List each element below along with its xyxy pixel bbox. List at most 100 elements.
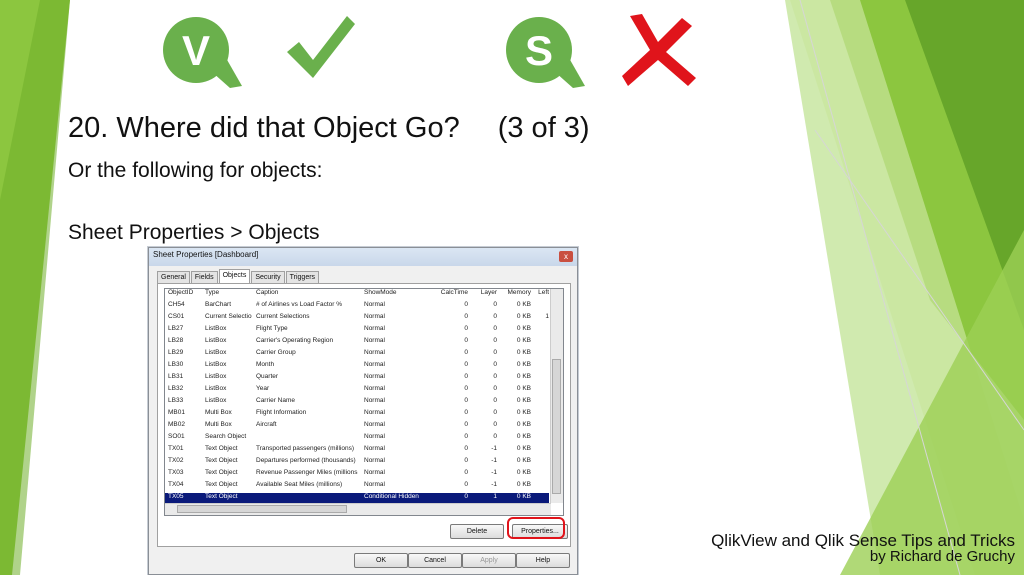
cell-type: Text Object bbox=[205, 481, 238, 488]
horizontal-scroll-thumb[interactable] bbox=[177, 505, 347, 513]
objects-list[interactable]: ObjectID Type Caption ShowMode CalcTime … bbox=[164, 288, 564, 516]
cell-calctime: 0 bbox=[464, 337, 468, 344]
table-row[interactable]: LB29 ListBox Carrier Group Normal 0 0 0 KB bbox=[165, 349, 549, 361]
column-header-caption[interactable]: Caption bbox=[256, 289, 362, 296]
footer-author: by Richard de Gruchy bbox=[869, 548, 1015, 565]
cell-caption: Current Selections bbox=[256, 313, 310, 320]
cell-memory: 0 KB bbox=[516, 373, 531, 380]
cell-memory: 0 KB bbox=[516, 457, 531, 464]
apply-button[interactable]: Apply bbox=[462, 553, 516, 568]
tab-objects[interactable]: Objects bbox=[218, 269, 251, 284]
table-row[interactable]: LB32 ListBox Year Normal 0 0 0 KB bbox=[165, 385, 549, 397]
table-row[interactable]: LB33 ListBox Carrier Name Normal 0 0 0 KB bbox=[165, 397, 549, 409]
cell-calctime: 0 bbox=[464, 445, 468, 452]
cell-caption: Available Seat Miles (millions) bbox=[256, 481, 343, 488]
table-row[interactable]: LB27 ListBox Flight Type Normal 0 0 0 KB bbox=[165, 325, 549, 337]
cell-showmode: Normal bbox=[364, 301, 385, 308]
vertical-scroll-thumb[interactable] bbox=[552, 359, 561, 494]
cell-memory: 0 KB bbox=[516, 325, 531, 332]
cell-layer: -1 bbox=[491, 445, 497, 452]
column-header-layer[interactable]: Layer bbox=[470, 289, 497, 296]
cell-layer: 0 bbox=[493, 301, 497, 308]
column-header-objectid[interactable]: ObjectID bbox=[168, 289, 204, 296]
svg-text:S: S bbox=[525, 27, 553, 74]
cell-calctime: 0 bbox=[464, 457, 468, 464]
cell-showmode: Normal bbox=[364, 469, 385, 476]
table-row[interactable]: MB02 Multi Box Aircraft Normal 0 0 0 KB bbox=[165, 421, 549, 433]
cell-memory: 0 KB bbox=[516, 445, 531, 452]
cell-calctime: 0 bbox=[464, 421, 468, 428]
table-row[interactable]: TX01 Text Object Transported passengers (m… bbox=[165, 445, 549, 457]
table-row[interactable]: CH54 BarChart # of Airlines vs Load Factor… bbox=[165, 301, 549, 313]
cell-showmode: Normal bbox=[364, 397, 385, 404]
close-icon[interactable]: x bbox=[559, 251, 573, 262]
vertical-scrollbar[interactable] bbox=[550, 289, 563, 503]
cell-calctime: 0 bbox=[464, 481, 468, 488]
cell-objectid: TX02 bbox=[168, 457, 184, 464]
cell-objectid: CS01 bbox=[168, 313, 185, 320]
cell-memory: 0 KB bbox=[516, 361, 531, 368]
cell-type: Text Object bbox=[205, 493, 238, 500]
cell-memory: 0 KB bbox=[516, 421, 531, 428]
cell-layer: 0 bbox=[493, 361, 497, 368]
cell-memory: 0 KB bbox=[516, 493, 531, 500]
slide-title-text: 20. Where did that Object Go? bbox=[68, 112, 460, 144]
cell-memory: 0 KB bbox=[516, 337, 531, 344]
slide-title-count: (3 of 3) bbox=[497, 112, 590, 144]
help-button[interactable]: Help bbox=[516, 553, 570, 568]
cell-showmode: Normal bbox=[364, 313, 385, 320]
cell-objectid: MB02 bbox=[168, 421, 185, 428]
column-header-memory[interactable]: Memory bbox=[499, 289, 531, 296]
dialog-title-bar: Sheet Properties [Dashboard] x bbox=[149, 248, 577, 266]
cell-memory: 0 KB bbox=[516, 313, 531, 320]
cell-calctime: 0 bbox=[464, 373, 468, 380]
cell-objectid: MB01 bbox=[168, 409, 185, 416]
cell-showmode: Normal bbox=[364, 421, 385, 428]
cell-showmode: Normal bbox=[364, 457, 385, 464]
cell-caption: # of Airlines vs Load Factor % bbox=[256, 301, 342, 308]
column-header-showmode[interactable]: ShowMode bbox=[364, 289, 426, 296]
table-row[interactable]: TX04 Text Object Available Seat Miles (mil… bbox=[165, 481, 549, 493]
horizontal-scrollbar[interactable] bbox=[165, 503, 551, 515]
cell-caption: Flight Information bbox=[256, 409, 307, 416]
cell-type: ListBox bbox=[205, 325, 227, 332]
table-row[interactable]: TX02 Text Object Departures performed (tho… bbox=[165, 457, 549, 469]
column-header-type[interactable]: Type bbox=[205, 289, 254, 296]
cell-type: ListBox bbox=[205, 337, 227, 344]
cell-objectid: LB33 bbox=[168, 397, 184, 404]
ok-button[interactable]: OK bbox=[354, 553, 408, 568]
cell-layer: 0 bbox=[493, 385, 497, 392]
cell-calctime: 0 bbox=[464, 361, 468, 368]
cell-type: ListBox bbox=[205, 349, 227, 356]
table-row[interactable]: LB28 ListBox Carrier's Operating Region Nor… bbox=[165, 337, 549, 349]
cell-showmode: Normal bbox=[364, 361, 385, 368]
cancel-button[interactable]: Cancel bbox=[408, 553, 462, 568]
table-row[interactable]: SO01 Search Object Normal 0 0 0 KB bbox=[165, 433, 549, 445]
cell-type: Text Object bbox=[205, 457, 238, 464]
table-row[interactable]: MB01 Multi Box Flight Information Normal 0 0 0… bbox=[165, 409, 549, 421]
cell-objectid: LB31 bbox=[168, 373, 184, 380]
cell-layer: -1 bbox=[491, 481, 497, 488]
slide-subtitle: Or the following for objects: bbox=[68, 159, 323, 182]
cell-layer: 0 bbox=[493, 433, 497, 440]
cell-layer: 0 bbox=[493, 337, 497, 344]
cell-objectid: LB30 bbox=[168, 361, 184, 368]
cell-caption: Departures performed (thousands) bbox=[256, 457, 356, 464]
table-row[interactable]: CS01 Current Selectio Current Selections No… bbox=[165, 313, 549, 325]
cell-memory: 0 KB bbox=[516, 301, 531, 308]
table-row[interactable]: LB30 ListBox Month Normal 0 0 0 KB bbox=[165, 361, 549, 373]
cell-objectid: LB28 bbox=[168, 337, 184, 344]
column-header-calctime[interactable]: CalcTime bbox=[427, 289, 468, 296]
cell-memory: 0 KB bbox=[516, 349, 531, 356]
cell-showmode: Normal bbox=[364, 409, 385, 416]
cell-type: Text Object bbox=[205, 445, 238, 452]
column-header-left[interactable]: Left bbox=[535, 289, 549, 296]
cell-type: ListBox bbox=[205, 373, 227, 380]
cell-showmode: Normal bbox=[364, 337, 385, 344]
cell-type: Multi Box bbox=[205, 421, 232, 428]
cell-type: Search Object bbox=[205, 433, 247, 440]
table-row[interactable]: LB31 ListBox Quarter Normal 0 0 0 KB bbox=[165, 373, 549, 385]
table-row[interactable]: TX03 Text Object Revenue Passenger Miles (… bbox=[165, 469, 549, 481]
properties-button-highlight bbox=[507, 517, 565, 539]
delete-button[interactable]: Delete bbox=[450, 524, 504, 539]
